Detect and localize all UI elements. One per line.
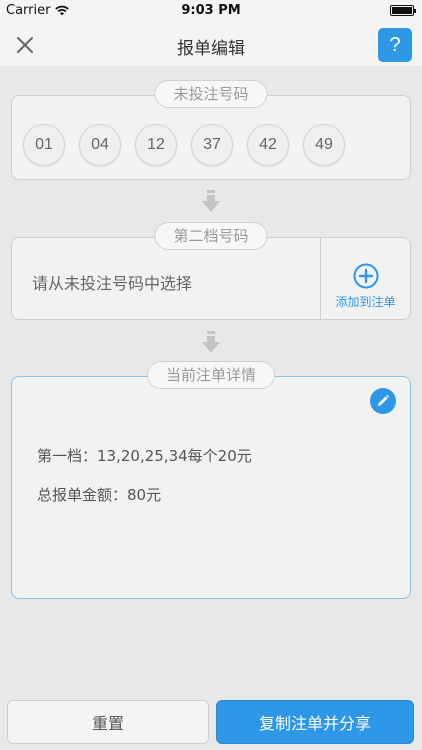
number-ball[interactable]: 49 [303,124,345,166]
add-to-bet-label: 添加到注单 [335,295,396,309]
status-time: 9:03 PM [181,3,241,18]
second-tier-label: 第二档号码 [154,222,268,250]
number-ball[interactable]: 04 [79,124,121,166]
second-tier-placeholder: 请从未投注号码中选择 [32,274,193,293]
tier-one-detail: 第一档：13,20,25,34每个20元 [37,447,252,465]
edit-button[interactable] [370,388,396,414]
battery-icon [390,5,416,16]
status-bar: Carrier 9:03 PM [0,0,422,22]
down-arrow-icon [202,331,220,353]
plus-circle-icon [353,263,379,289]
down-arrow-icon [202,190,220,212]
total-amount: 总报单金额：80元 [37,486,162,504]
reset-button[interactable]: 重置 [7,700,209,744]
add-to-bet-button[interactable]: 添加到注单 [320,238,410,320]
nav-bar: 报单编辑 ? [0,22,422,66]
number-ball[interactable]: 12 [135,124,177,166]
page-title: 报单编辑 [177,39,245,59]
number-ball[interactable]: 37 [191,124,233,166]
bet-detail-label: 当前注单详情 [146,361,276,389]
pencil-icon [378,394,390,406]
copy-share-button[interactable]: 复制注单并分享 [216,700,414,744]
number-ball[interactable]: 01 [23,124,65,166]
unbet-numbers-label: 未投注号码 [154,80,268,108]
help-button[interactable]: ? [378,28,412,62]
bet-detail-panel: 第一档：13,20,25,34每个20元 总报单金额：80元 [11,376,411,599]
number-ball[interactable]: 42 [247,124,289,166]
